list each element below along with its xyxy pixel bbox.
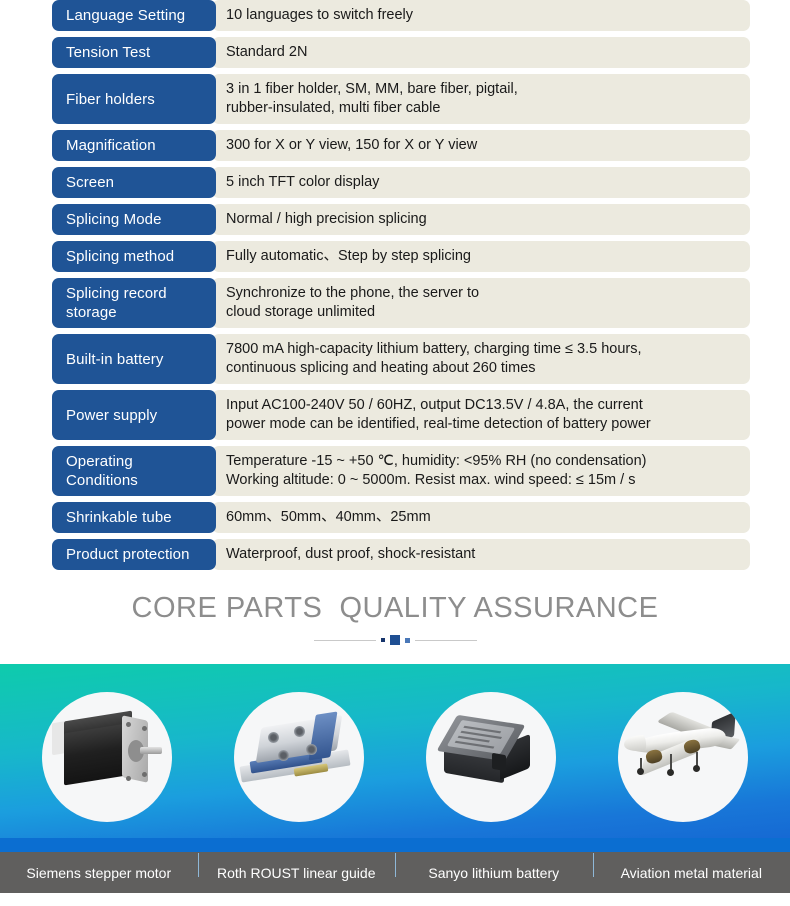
part-label-linear-guide: Roth ROUST linear guide — [197, 852, 396, 882]
spec-label-magnification: Magnification — [52, 130, 216, 161]
motor-bolt — [126, 776, 131, 781]
spec-label-splicing-mode: Splicing Mode — [52, 204, 216, 235]
core-parts-label-bar: Siemens stepper motor Roth ROUST linear … — [0, 852, 790, 893]
linear-guide-illustration — [234, 692, 364, 822]
spec-value-language-setting: 10 languages to switch freely — [212, 0, 750, 31]
table-row: Tension Test Standard 2N — [0, 37, 790, 68]
spec-label-text: Built-in battery — [66, 350, 164, 368]
table-row: Splicing Mode Normal / high precision sp… — [0, 204, 790, 235]
spec-label-shrinkable-tube: Shrinkable tube — [52, 502, 216, 533]
page-title: CORE PARTS QUALITY ASSURANCE — [131, 592, 659, 624]
spec-label-text: Magnification — [66, 137, 156, 154]
spec-label-text: Fiber holders — [66, 90, 155, 108]
spec-label-text: Splicing Mode — [66, 211, 162, 228]
spec-value-product-protection: Waterproof, dust proof, shock-resistant — [212, 539, 750, 570]
spec-label-power-supply: Power supply — [52, 390, 216, 440]
spec-label-text: Screen — [66, 174, 115, 191]
stepper-motor-illustration — [42, 692, 172, 822]
spec-label-product-protection: Product protection — [52, 539, 216, 570]
spec-label-language-setting: Language Setting — [52, 0, 216, 31]
bottom-spacer — [0, 893, 790, 906]
spec-label-tension-test: Tension Test — [52, 37, 216, 68]
spec-label-text: Product protection — [66, 546, 190, 563]
table-row: Splicing method Fully automatic、Step by … — [0, 241, 790, 272]
spec-label-text: Splicing method — [66, 248, 175, 265]
spec-label-built-in-battery: Built-in battery — [52, 334, 216, 384]
table-row: Operating Conditions Temperature -15 ~ +… — [0, 446, 790, 496]
spec-value-power-supply: Input AC100-240V 50 / 60HZ, output DC13.… — [212, 390, 750, 440]
spec-value-splicing-method: Fully automatic、Step by step splicing — [212, 241, 750, 272]
part-label-aviation-metal: Aviation metal material — [592, 852, 790, 882]
aviation-metal-illustration — [618, 692, 748, 822]
title-divider — [0, 634, 790, 646]
spec-label-fiber-holders: Fiber holders — [52, 74, 216, 124]
spec-value-splicing-record-storage: Synchronize to the phone, the server to … — [212, 278, 750, 328]
divider-square-small-left — [380, 638, 385, 642]
table-row: Splicing record storage Synchronize to t… — [0, 278, 790, 328]
accent-bar — [0, 838, 790, 852]
spec-label-splicing-method: Splicing method — [52, 241, 216, 272]
core-parts-section: CORE PARTS QUALITY ASSURANCE — [0, 588, 790, 646]
spec-label-text: Splicing record storage — [66, 285, 167, 321]
part-label-stepper-motor: Siemens stepper motor — [26, 864, 172, 881]
spec-value-shrinkable-tube: 60mm、50mm、40mm、25mm — [212, 502, 750, 533]
part-image-linear-guide — [234, 692, 364, 822]
part-label-lithium-battery: Sanyo lithium battery — [395, 852, 593, 882]
table-row: Screen 5 inch TFT color display — [0, 167, 790, 198]
spec-value-built-in-battery: 7800 mA high-capacity lithium battery, c… — [212, 334, 750, 384]
airplane-landing-gear — [696, 752, 698, 766]
lithium-battery-illustration — [426, 692, 556, 822]
motor-bolt — [126, 722, 131, 727]
divider-square-small-right — [404, 637, 410, 643]
spec-label-text: Shrinkable tube — [66, 509, 172, 526]
spec-label-splicing-record-storage: Splicing record storage — [52, 278, 216, 328]
airplane-landing-gear — [670, 754, 672, 770]
spec-label-text: Tension Test — [66, 44, 151, 61]
table-row: Magnification 300 for X or Y view, 150 f… — [0, 130, 790, 161]
spec-label-text: Language Setting — [66, 7, 186, 24]
airplane-nose — [623, 734, 647, 753]
table-row: Product protection Waterproof, dust proo… — [0, 539, 790, 570]
divider-line-right — [414, 639, 477, 641]
airplane-wheel — [693, 765, 700, 772]
divider-square-medium — [389, 635, 400, 645]
table-row: Power supply Input AC100-240V 50 / 60HZ,… — [0, 390, 790, 440]
part-image-stepper-motor — [42, 692, 172, 822]
table-row: Shrinkable tube 60mm、50mm、40mm、25mm — [0, 502, 790, 533]
table-row: Language Setting 10 languages to switch … — [0, 0, 790, 31]
motor-bolt — [142, 726, 147, 731]
spec-value-tension-test: Standard 2N — [212, 37, 750, 68]
spec-value-fiber-holders: 3 in 1 fiber holder, SM, MM, bare fiber,… — [212, 74, 750, 124]
motor-bolt — [142, 772, 147, 777]
spec-label-text: Power supply — [66, 406, 158, 424]
part-image-aviation-metal — [618, 692, 748, 822]
specification-table: Language Setting 10 languages to switch … — [0, 0, 790, 576]
spec-value-screen: 5 inch TFT color display — [212, 167, 750, 198]
battery-connector-tab — [492, 752, 506, 772]
spec-label-operating-conditions: Operating Conditions — [52, 446, 216, 496]
table-row: Built-in battery 7800 mA high-capacity l… — [0, 334, 790, 384]
airplane-wheel — [667, 769, 674, 776]
core-parts-image-band — [0, 664, 790, 851]
spec-label-screen: Screen — [52, 167, 216, 198]
table-row: Fiber holders 3 in 1 fiber holder, SM, M… — [0, 74, 790, 124]
motor-shaft — [140, 747, 162, 754]
part-image-lithium-battery — [426, 692, 556, 822]
divider-line-left — [313, 639, 376, 641]
spec-value-magnification: 300 for X or Y view, 150 for X or Y view — [212, 130, 750, 161]
airplane-wheel — [637, 768, 644, 775]
spec-value-splicing-mode: Normal / high precision splicing — [212, 204, 750, 235]
spec-label-text: Operating Conditions — [66, 453, 138, 489]
spec-value-operating-conditions: Temperature -15 ~ +50 ℃, humidity: <95% … — [212, 446, 750, 496]
